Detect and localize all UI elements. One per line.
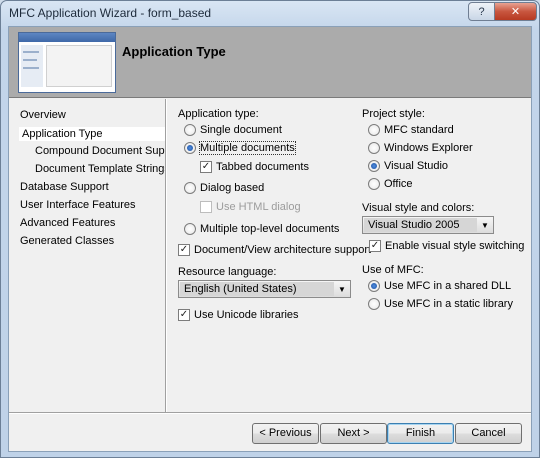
office-label: Office xyxy=(384,178,413,190)
nav-item-user-interface-features[interactable]: User Interface Features xyxy=(20,199,136,211)
chevron-down-icon[interactable]: ▼ xyxy=(477,221,493,230)
radio-icon[interactable] xyxy=(184,223,196,235)
wizard-client-area: Application Type Overview Application Ty… xyxy=(8,26,532,452)
nav-item-application-type[interactable]: Application Type xyxy=(19,127,165,141)
project-style-heading: Project style: xyxy=(362,108,425,120)
radio-selected-icon[interactable] xyxy=(184,142,196,154)
visual-studio-radio[interactable]: Visual Studio xyxy=(368,160,448,172)
application-preview-image xyxy=(18,32,116,93)
nav-item-document-template-strings[interactable]: Document Template Strings xyxy=(35,163,170,175)
use-html-dialog-label: Use HTML dialog xyxy=(216,201,301,213)
radio-selected-icon[interactable] xyxy=(368,160,380,172)
enable-visual-style-switching-checkbox[interactable]: ✓ Enable visual style switching xyxy=(369,240,524,252)
office-radio[interactable]: Office xyxy=(368,178,413,190)
radio-icon[interactable] xyxy=(368,124,380,136)
multiple-top-level-radio[interactable]: Multiple top-level documents xyxy=(184,223,339,235)
mfc-standard-radio[interactable]: MFC standard xyxy=(368,124,454,136)
mfc-standard-label: MFC standard xyxy=(384,124,454,136)
page-title: Application Type xyxy=(122,44,226,59)
radio-icon[interactable] xyxy=(368,142,380,154)
finish-button[interactable]: Finish xyxy=(387,423,454,444)
wizard-content: Application type: Single document Multip… xyxy=(167,99,531,412)
enable-visual-style-switching-label: Enable visual style switching xyxy=(385,240,525,252)
multiple-top-level-label: Multiple top-level documents xyxy=(200,223,340,235)
doc-view-support-checkbox[interactable]: ✓ Document/View architecture support xyxy=(178,244,371,256)
help-button[interactable]: ? xyxy=(468,2,495,21)
next-button[interactable]: Next > xyxy=(320,423,387,444)
nav-item-overview[interactable]: Overview xyxy=(20,109,66,121)
resource-language-dropdown[interactable]: English (United States) ▼ xyxy=(178,280,351,298)
radio-selected-icon[interactable] xyxy=(368,280,380,292)
use-mfc-static-library-label: Use MFC in a static library xyxy=(384,298,513,310)
windows-explorer-label: Windows Explorer xyxy=(384,142,473,154)
multiple-documents-label: Multiple documents xyxy=(199,141,296,155)
visual-style-dropdown[interactable]: Visual Studio 2005 ▼ xyxy=(362,216,494,234)
radio-icon[interactable] xyxy=(368,178,380,190)
checkbox-checked-icon[interactable]: ✓ xyxy=(200,161,212,173)
radio-icon[interactable] xyxy=(368,298,380,310)
application-type-heading: Application type: xyxy=(178,108,259,120)
tabbed-documents-label: Tabbed documents xyxy=(216,161,309,173)
nav-item-generated-classes[interactable]: Generated Classes xyxy=(20,235,114,247)
resource-language-label: Resource language: xyxy=(178,266,277,278)
wizard-nav: Overview Application Type Compound Docum… xyxy=(9,99,184,412)
use-mfc-shared-dll-label: Use MFC in a shared DLL xyxy=(384,280,512,292)
wizard-window: MFC Application Wizard - form_based ? ✕ … xyxy=(0,0,540,458)
resource-language-value: English (United States) xyxy=(180,282,334,296)
radio-icon[interactable] xyxy=(184,182,196,194)
single-document-radio[interactable]: Single document xyxy=(184,124,282,136)
windows-explorer-radio[interactable]: Windows Explorer xyxy=(368,142,473,154)
wizard-banner: Application Type xyxy=(9,27,531,98)
close-button[interactable]: ✕ xyxy=(494,2,537,21)
dialog-based-label: Dialog based xyxy=(200,182,265,194)
tabbed-documents-checkbox[interactable]: ✓ Tabbed documents xyxy=(200,161,309,173)
title-bar[interactable]: MFC Application Wizard - form_based ? ✕ xyxy=(1,1,539,25)
nav-item-advanced-features[interactable]: Advanced Features xyxy=(20,217,115,229)
use-mfc-static-library-radio[interactable]: Use MFC in a static library xyxy=(368,298,513,310)
dialog-based-radio[interactable]: Dialog based xyxy=(184,182,264,194)
previous-button[interactable]: < Previous xyxy=(252,423,319,444)
checkbox-checked-icon[interactable]: ✓ xyxy=(369,240,381,252)
doc-view-support-label: Document/View architecture support xyxy=(194,244,372,256)
use-mfc-shared-dll-radio[interactable]: Use MFC in a shared DLL xyxy=(368,280,511,292)
chevron-down-icon[interactable]: ▼ xyxy=(334,285,350,294)
cancel-button[interactable]: Cancel xyxy=(455,423,522,444)
button-divider xyxy=(9,412,531,414)
checkbox-disabled-icon[interactable] xyxy=(200,201,212,213)
visual-style-label: Visual style and colors: xyxy=(362,202,475,214)
checkbox-checked-icon[interactable]: ✓ xyxy=(178,309,190,321)
radio-icon[interactable] xyxy=(184,124,196,136)
checkbox-checked-icon[interactable]: ✓ xyxy=(178,244,190,256)
use-unicode-label: Use Unicode libraries xyxy=(194,309,299,321)
single-document-label: Single document xyxy=(200,124,282,136)
use-of-mfc-heading: Use of MFC: xyxy=(362,264,424,276)
window-title: MFC Application Wizard - form_based xyxy=(9,6,212,20)
use-unicode-checkbox[interactable]: ✓ Use Unicode libraries xyxy=(178,309,299,321)
visual-studio-label: Visual Studio xyxy=(384,160,449,172)
visual-style-value: Visual Studio 2005 xyxy=(364,218,477,232)
nav-item-compound-document-support[interactable]: Compound Document Support xyxy=(35,145,184,157)
nav-item-database-support[interactable]: Database Support xyxy=(20,181,109,193)
multiple-documents-radio[interactable]: Multiple documents xyxy=(184,141,296,155)
use-html-dialog-checkbox[interactable]: Use HTML dialog xyxy=(200,201,301,213)
